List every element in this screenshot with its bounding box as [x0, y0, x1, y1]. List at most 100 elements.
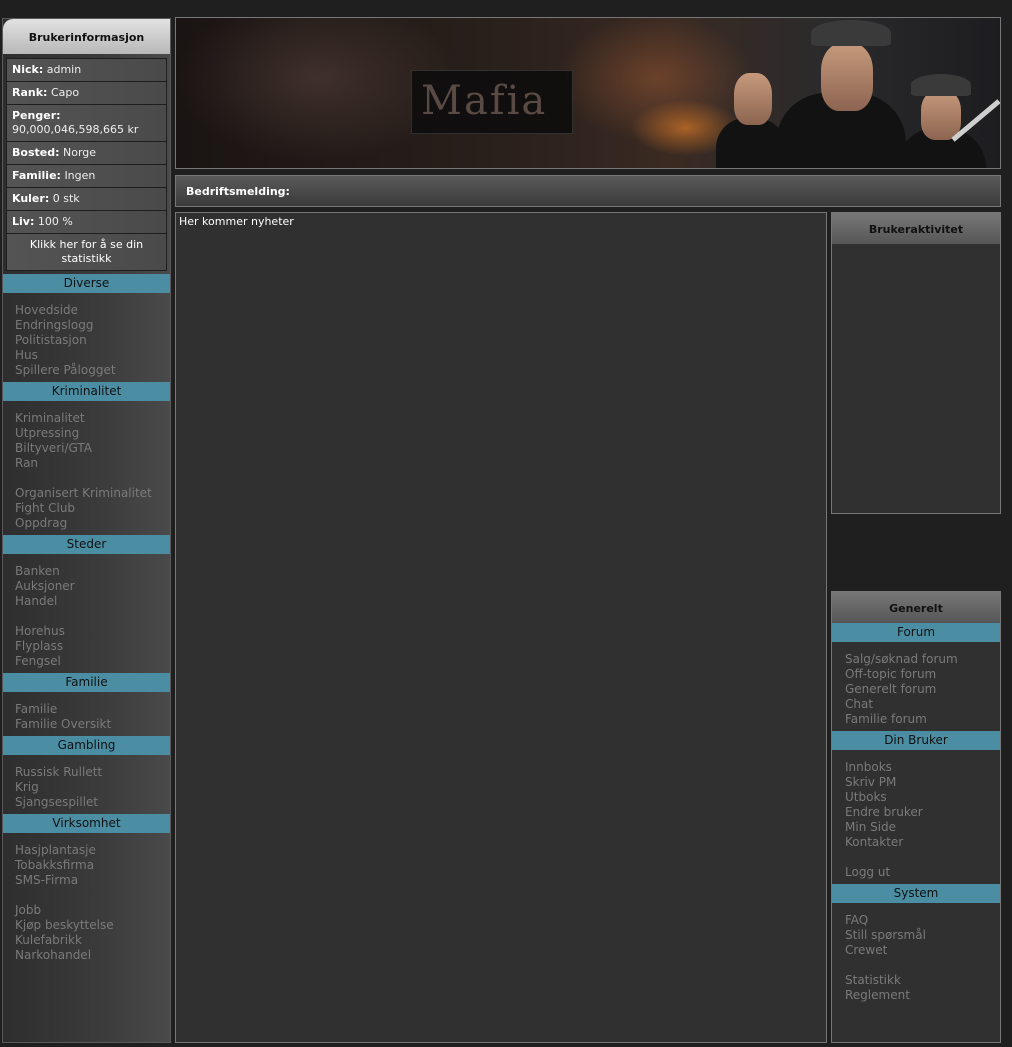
nav-link-still-spørsmål[interactable]: Still spørsmål — [845, 928, 1000, 943]
nav-link-sms-firma[interactable]: SMS-Firma — [15, 873, 170, 888]
nav-list-forum: Salg/søknad forum Off-topic forum Generelt… — [832, 642, 1000, 731]
user-activity-title: Brukeraktivitet — [832, 213, 1000, 244]
nav-link-skriv-pm[interactable]: Skriv PM — [845, 775, 1000, 790]
nav-list-diverse: Hovedside Endringslogg Politistasjon Hus Spi… — [3, 293, 170, 382]
nav-link-organisert-kriminalitet[interactable]: Organisert Kriminalitet — [15, 486, 170, 501]
nav-link-off-topic-forum[interactable]: Off-topic forum — [845, 667, 1000, 682]
nav-link-innboks[interactable]: Innboks — [845, 760, 1000, 775]
nav-link-auksjoner[interactable]: Auksjoner — [15, 579, 170, 594]
nav-link-hus[interactable]: Hus — [15, 348, 170, 363]
nav-link-kontakter[interactable]: Kontakter — [845, 835, 1000, 850]
nav-link-ran[interactable]: Ran — [15, 456, 170, 471]
nav-category-virksomhet: Virksomhet — [3, 814, 170, 833]
nav-link-spillere-pålogget[interactable]: Spillere Pålogget — [15, 363, 170, 378]
user-info-value: Ingen — [64, 169, 96, 182]
nav-link-fight-club[interactable]: Fight Club — [15, 501, 170, 516]
user-activity-panel: Brukeraktivitet — [831, 212, 1001, 514]
nav-link-jobb[interactable]: Jobb — [15, 903, 170, 918]
nav-link-russisk-rullett[interactable]: Russisk Rullett — [15, 765, 170, 780]
nav-category-gambling: Gambling — [3, 736, 170, 755]
nav-link-tobakksfirma[interactable]: Tobakksfirma — [15, 858, 170, 873]
nav-link-familie-forum[interactable]: Familie forum — [845, 712, 1000, 727]
general-navigation: Forum Salg/søknad forum Off-topic forum Gen… — [832, 623, 1000, 1007]
user-info-row-bosted: Bosted: Norge — [6, 142, 167, 165]
user-info-row-rank: Rank: Capo — [6, 82, 167, 105]
nav-link-endre-bruker[interactable]: Endre bruker — [845, 805, 1000, 820]
nav-link-sjangsespillet[interactable]: Sjangsespillet — [15, 795, 170, 810]
user-info-value: Norge — [62, 146, 97, 159]
stats-link[interactable]: Klikk her for å se din statistikk — [6, 234, 167, 271]
nav-category-diverse: Diverse — [3, 274, 170, 293]
news-panel: Her kommer nyheter — [175, 212, 827, 1043]
nav-link-handel[interactable]: Handel — [15, 594, 170, 609]
nav-link-oppdrag[interactable]: Oppdrag — [15, 516, 170, 531]
nav-link-hasjplantasje[interactable]: Hasjplantasje — [15, 843, 170, 858]
left-sidebar: Brukerinformasjon Nick: admin Rank: Capo P… — [2, 18, 171, 1043]
site-logo: Mafia — [421, 78, 548, 124]
nav-link-generelt-forum[interactable]: Generelt forum — [845, 682, 1000, 697]
nav-link-biltyveri-gta[interactable]: Biltyveri/GTA — [15, 441, 170, 456]
company-message-bar: Bedriftsmelding: — [175, 175, 1001, 207]
nav-list-familie: Familie Familie Oversikt — [3, 692, 170, 736]
nav-link-hovedside[interactable]: Hovedside — [15, 303, 170, 318]
nav-list-system: FAQ Still spørsmål Crewet Statistikk Regleme… — [832, 903, 1000, 1007]
nav-category-kriminalitet: Kriminalitet — [3, 382, 170, 401]
nav-link-familie-oversikt[interactable]: Familie Oversikt — [15, 717, 170, 732]
nav-link-krig[interactable]: Krig — [15, 780, 170, 795]
user-info-value: Capo — [50, 86, 80, 99]
nav-link-kjøp-beskyttelse[interactable]: Kjøp beskyttelse — [15, 918, 170, 933]
company-message-label: Bedriftsmelding: — [186, 185, 290, 198]
news-text: Her kommer nyheter — [179, 215, 294, 228]
nav-list-gambling: Russisk Rullett Krig Sjangsespillet — [3, 755, 170, 814]
user-info-row-nick: Nick: admin — [6, 58, 167, 82]
user-info-value: 100 % — [37, 215, 73, 228]
nav-link-reglement[interactable]: Reglement — [845, 988, 1000, 1003]
nav-link-statistikk[interactable]: Statistikk — [845, 973, 1000, 988]
general-panel: Generelt Forum Salg/søknad forum Off-topic… — [831, 591, 1001, 1043]
nav-category-din-bruker: Din Bruker — [832, 731, 1000, 750]
nav-link-faq[interactable]: FAQ — [845, 913, 1000, 928]
general-title: Generelt — [832, 592, 1000, 623]
user-info-row-penger: Penger: 90,000,046,598,665 kr — [6, 105, 167, 142]
nav-link-min-side[interactable]: Min Side — [845, 820, 1000, 835]
nav-link-banken[interactable]: Banken — [15, 564, 170, 579]
user-info-label: Nick: — [12, 63, 44, 76]
user-info-label: Penger: — [12, 109, 61, 122]
header-banner: Mafia — [175, 17, 1001, 169]
user-info-label: Kuler: — [12, 192, 50, 205]
user-info-value: 0 stk — [52, 192, 80, 205]
nav-link-endringslogg[interactable]: Endringslogg — [15, 318, 170, 333]
user-info-label: Familie: — [12, 169, 61, 182]
nav-link-salg-søknad-forum[interactable]: Salg/søknad forum — [845, 652, 1000, 667]
nav-link-familie[interactable]: Familie — [15, 702, 170, 717]
nav-link-logg-ut[interactable]: Logg ut — [845, 865, 1000, 880]
figure-left-face — [734, 73, 772, 125]
user-info-row-familie: Familie: Ingen — [6, 165, 167, 188]
nav-list-steder: Banken Auksjoner Handel Horehus Flyplass Feng… — [3, 554, 170, 673]
left-navigation: Diverse Hovedside Endringslogg Politistasjo… — [3, 274, 170, 967]
nav-link-chat[interactable]: Chat — [845, 697, 1000, 712]
figure-right-hat — [911, 74, 971, 96]
nav-category-system: System — [832, 884, 1000, 903]
nav-link-utboks[interactable]: Utboks — [845, 790, 1000, 805]
nav-link-crewet[interactable]: Crewet — [845, 943, 1000, 958]
user-info-row-liv: Liv: 100 % — [6, 211, 167, 234]
nav-link-kulefabrikk[interactable]: Kulefabrikk — [15, 933, 170, 948]
nav-link-flyplass[interactable]: Flyplass — [15, 639, 170, 654]
nav-link-fengsel[interactable]: Fengsel — [15, 654, 170, 669]
user-info-panel: Nick: admin Rank: Capo Penger: 90,000,046,… — [3, 54, 170, 274]
figure-right-face — [921, 90, 961, 140]
nav-link-kriminalitet[interactable]: Kriminalitet — [15, 411, 170, 426]
figure-center-face — [821, 43, 873, 111]
user-info-label: Bosted: — [12, 146, 60, 159]
user-info-title: Brukerinformasjon — [3, 19, 170, 54]
user-info-value: 90,000,046,598,665 kr — [12, 123, 139, 136]
nav-link-politistasjon[interactable]: Politistasjon — [15, 333, 170, 348]
nav-link-horehus[interactable]: Horehus — [15, 624, 170, 639]
nav-link-utpressing[interactable]: Utpressing — [15, 426, 170, 441]
nav-category-forum: Forum — [832, 623, 1000, 642]
nav-category-steder: Steder — [3, 535, 170, 554]
nav-link-narkohandel[interactable]: Narkohandel — [15, 948, 170, 963]
nav-category-familie: Familie — [3, 673, 170, 692]
figure-center-hat — [811, 20, 891, 46]
